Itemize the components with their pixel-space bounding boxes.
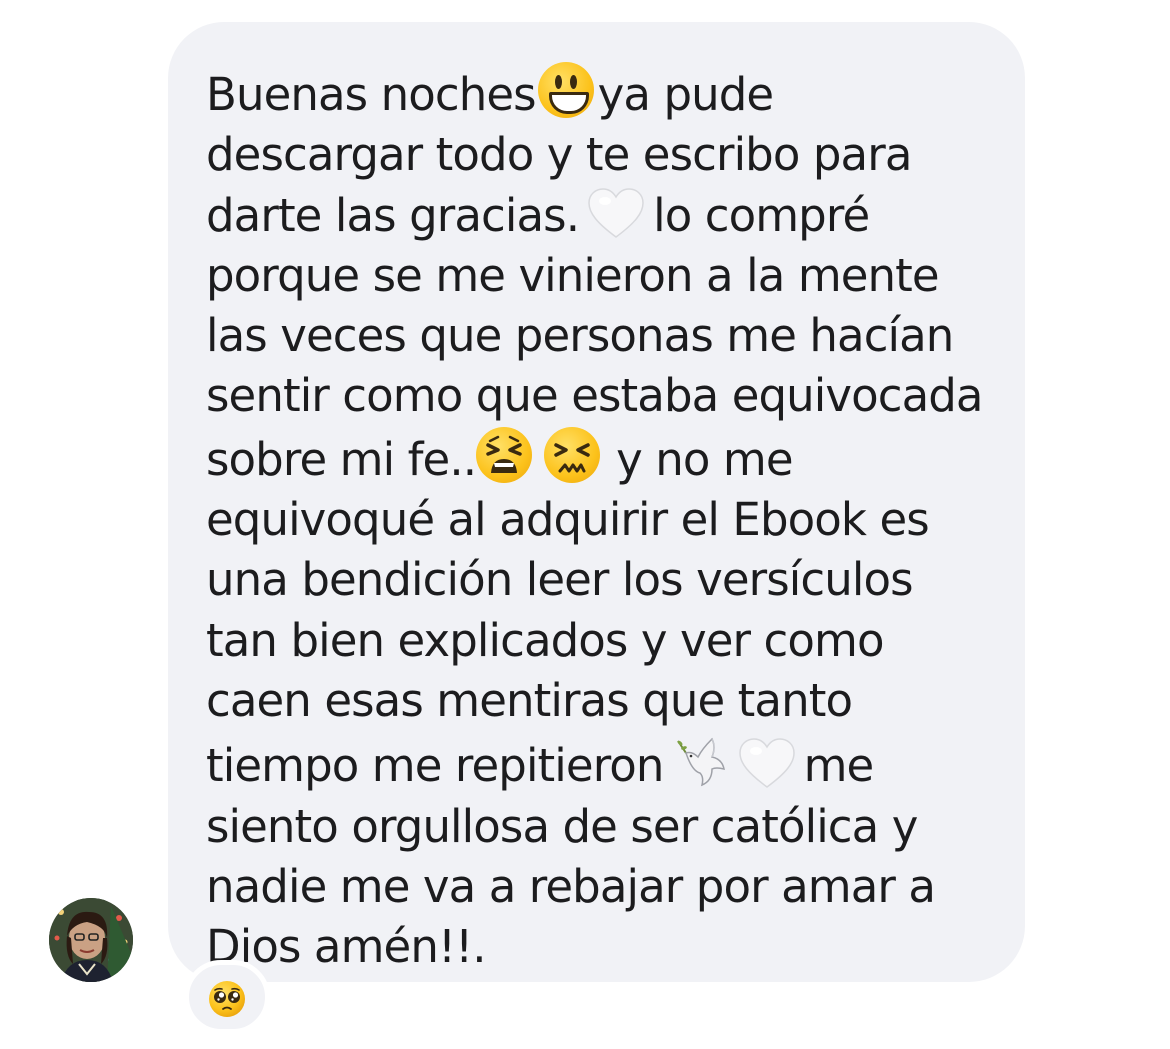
message-line: caen esas mentiras que tanto bbox=[206, 673, 853, 727]
message-text: y no me bbox=[616, 432, 793, 486]
message-text: lo compré bbox=[653, 188, 870, 242]
message-line: Buenas noches ya pude bbox=[206, 62, 1005, 125]
message-line: descargar todo y te escribo para bbox=[206, 128, 912, 182]
tired-face-emoji-icon bbox=[476, 426, 533, 483]
message-line: una bendición leer los versículos bbox=[206, 553, 914, 607]
message-line: siento orgullosa de ser católica y bbox=[206, 799, 918, 853]
avatar-photo bbox=[49, 898, 133, 982]
message-bubble[interactable]: Buenas noches ya pude descargar todo y te… bbox=[168, 22, 1025, 982]
message-line: tan bien explicados y ver como bbox=[206, 613, 884, 667]
message-thread: Buenas noches ya pude descargar todo y te… bbox=[0, 0, 1170, 1049]
message-line: sentir como que estaba equivocada bbox=[206, 369, 984, 423]
message-text: darte las gracias. bbox=[206, 188, 580, 242]
message-line: darte las gracias. lo compré bbox=[206, 186, 1005, 246]
message-line: las veces que personas me hacían bbox=[206, 309, 954, 363]
grinning-face-emoji-icon bbox=[537, 62, 594, 118]
message-text: Buenas noches bbox=[206, 68, 537, 121]
sender-avatar[interactable] bbox=[49, 898, 133, 982]
message-text: me bbox=[803, 739, 875, 793]
message-line: nadie me va a rebajar por amar a bbox=[206, 859, 936, 913]
reaction-pill[interactable] bbox=[184, 960, 270, 1034]
message-line: tiempo me repitieron me bbox=[206, 731, 1005, 796]
message-text: ya pude bbox=[597, 68, 774, 121]
message-text: tiempo me repitieron bbox=[206, 739, 664, 793]
dove-emoji-icon bbox=[672, 731, 730, 789]
confounded-face-emoji-icon bbox=[544, 426, 601, 483]
message-line: equivoqué al adquirir el Ebook es bbox=[206, 493, 930, 547]
white-heart-emoji-icon bbox=[587, 187, 645, 241]
message-line: sobre mi fe.. y no me bbox=[206, 426, 1005, 490]
white-heart-emoji-icon bbox=[738, 737, 796, 791]
message-text: sobre mi fe.. bbox=[206, 432, 477, 486]
message-line: porque se me vinieron a la mente bbox=[206, 248, 940, 302]
message-line: Dios amén!!. bbox=[206, 920, 487, 974]
pleading-face-emoji-icon bbox=[208, 980, 246, 1018]
